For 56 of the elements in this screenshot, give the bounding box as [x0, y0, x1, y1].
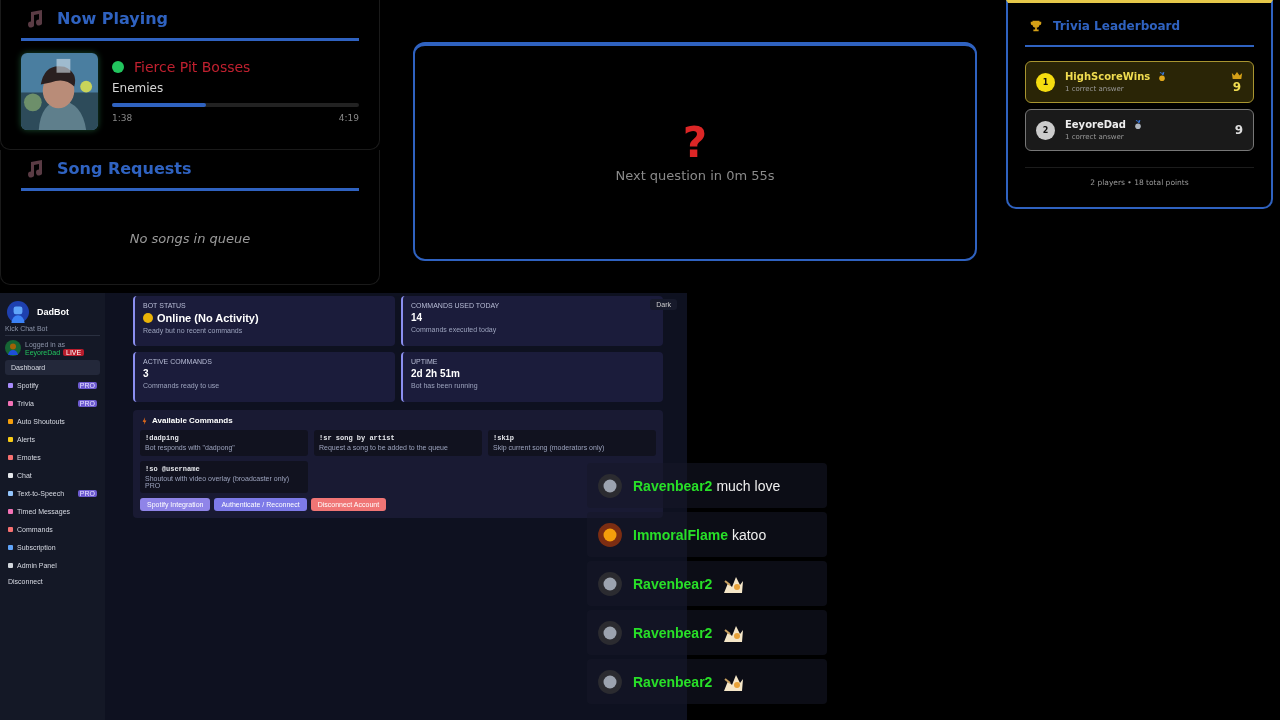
nav-icon [8, 455, 13, 460]
song-title: Enemies [112, 81, 165, 95]
chat-text: much love [716, 477, 781, 494]
avatar-icon [597, 668, 623, 695]
avatar-icon [597, 521, 623, 548]
elapsed-time: 1:38 [112, 113, 133, 123]
status-dot [112, 61, 124, 73]
duration-time: 4:19 [338, 113, 359, 123]
rank-badge: 2 [1036, 120, 1055, 140]
crown-icon [1231, 70, 1243, 80]
music-note-icon [25, 158, 45, 178]
player-name: EeyoreDad [1065, 119, 1126, 130]
chat-username: Ravenbear2 [633, 575, 713, 592]
music-note-icon [25, 8, 45, 28]
nav-icon [8, 527, 13, 532]
chat-username: Ravenbear2 [633, 673, 713, 690]
nav-icon [8, 563, 13, 568]
nav-icon [8, 473, 13, 478]
commands-title: Available Commands [152, 416, 233, 425]
bot-avatar-icon [7, 301, 29, 323]
nav-icon [8, 437, 13, 442]
user-avatar-icon [5, 340, 21, 356]
avatar-icon [597, 472, 623, 499]
countdown-text: Next question in 0m 55s [615, 168, 775, 183]
trophy-icon [1029, 19, 1043, 33]
stat-value: 3 [143, 368, 149, 379]
panel-title: Now Playing [57, 8, 168, 28]
lightning-icon [142, 416, 147, 425]
chat-username: Ravenbear2 [633, 477, 713, 494]
medal-icon [1133, 119, 1142, 130]
chat-username: ImmoralFlame [633, 526, 728, 543]
rank-badge: 1 [1036, 72, 1055, 92]
player-score: 9 [1232, 79, 1242, 94]
artist-name: Fierce Pit Bosses [134, 59, 251, 75]
avatar-icon [597, 619, 623, 646]
chat-username: Ravenbear2 [633, 624, 713, 641]
avatar-icon [597, 570, 623, 597]
nav-icon [8, 545, 13, 550]
leaderboard-title: Trivia Leaderboard [1053, 19, 1181, 33]
nav-icon [8, 509, 13, 514]
question-mark: ? [682, 122, 708, 164]
nav-icon [8, 383, 13, 388]
panel-title: Song Requests [57, 158, 192, 178]
nav-icon [8, 401, 13, 406]
chat-text: katoo [731, 526, 767, 543]
stat-value: 2d 2h 51m [411, 368, 460, 379]
bot-name: DadBot [37, 307, 69, 317]
player-name: HighScoreWins [1065, 71, 1151, 82]
medal-icon [1158, 71, 1167, 82]
stat-value: 14 [411, 312, 423, 323]
player-score: 9 [1234, 123, 1243, 137]
status-dot [143, 313, 153, 323]
nav-icon [8, 419, 13, 424]
empty-message: No songs in queue [129, 231, 251, 246]
nav-icon [8, 491, 13, 496]
stat-value: Online (No Activity) [157, 312, 259, 324]
